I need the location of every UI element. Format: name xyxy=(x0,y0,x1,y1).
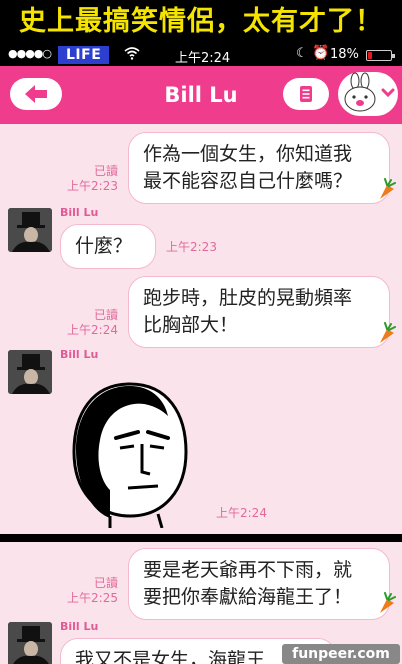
status-time: 上午2:24 xyxy=(175,51,231,66)
carrot-emoji-icon xyxy=(380,592,396,613)
message-text-line: 要是老天爺再不下雨，就 xyxy=(143,559,353,581)
message-time: 上午2:23 xyxy=(166,240,217,254)
read-receipt: 已讀 xyxy=(93,308,118,322)
message-text: 我又不是女生，海龍王 xyxy=(75,649,266,664)
avatar[interactable] xyxy=(8,208,52,252)
sticker-menu-button[interactable] xyxy=(338,72,398,116)
screenshot-divider xyxy=(0,534,402,542)
message-text-line: 要把你奉獻給海龍王了！ xyxy=(143,586,353,608)
message-text-line: 最不能容忍自己什麼嗎？ xyxy=(143,170,353,192)
carrot-emoji-icon xyxy=(380,178,396,199)
message-text: 什麼？ xyxy=(75,235,133,257)
sent-message-bubble[interactable]: 跑步時，肚皮的晃動頻率 比胸部大！ xyxy=(128,276,390,348)
battery-percent: 18% xyxy=(330,47,359,62)
menu-button[interactable] xyxy=(283,78,329,110)
chat-area[interactable]: 已讀 上午2:23 作為一個女生，你知道我 最不能容忍自己什麼嗎？ Bill L… xyxy=(0,124,402,664)
sender-name: Bill Lu xyxy=(60,348,99,361)
wifi-icon xyxy=(124,46,140,64)
carrot-emoji-icon xyxy=(380,322,396,343)
message-meta: 已讀 上午2:25 xyxy=(62,576,118,606)
do-not-disturb-icon: ☾ xyxy=(296,46,308,61)
message-time: 上午2:24 xyxy=(216,506,267,520)
battery-icon xyxy=(366,50,395,61)
received-message-bubble[interactable]: 什麼？ xyxy=(60,224,156,269)
avatar[interactable] xyxy=(8,622,52,664)
read-receipt: 已讀 xyxy=(93,164,118,178)
message-time: 上午2:23 xyxy=(67,179,118,193)
watermark: funpeer.com xyxy=(282,644,400,664)
signal-strength: ●●●●○ xyxy=(8,47,52,60)
sender-name: Bill Lu xyxy=(60,206,99,219)
bunny-sticker-icon xyxy=(344,72,395,112)
carrier-label: LIFE xyxy=(58,46,110,64)
status-bar: ●●●●○ LIFE 上午2:24 ☾ ⏰ 18% xyxy=(0,44,402,66)
message-text-line: 跑步時，肚皮的晃動頻率 xyxy=(143,287,353,309)
chat-header: Bill Lu xyxy=(0,66,402,124)
message-meta: 已讀 上午2:24 xyxy=(62,308,118,338)
avatar[interactable] xyxy=(8,350,52,394)
sent-message-bubble[interactable]: 作為一個女生，你知道我 最不能容忍自己什麼嗎？ xyxy=(128,132,390,204)
promo-banner: 史上最搞笑情侶，太有才了！ xyxy=(0,0,402,44)
face-sticker[interactable] xyxy=(70,380,190,528)
sent-message-bubble[interactable]: 要是老天爺再不下雨，就 要把你奉獻給海龍王了！ xyxy=(128,548,390,620)
list-icon xyxy=(300,86,312,102)
message-text-line: 作為一個女生，你知道我 xyxy=(143,143,353,165)
message-text-line: 比胸部大！ xyxy=(143,314,239,336)
chevron-down-icon xyxy=(381,88,395,98)
message-meta: 已讀 上午2:23 xyxy=(62,164,118,194)
message-time: 上午2:24 xyxy=(67,323,118,337)
alarm-icon: ⏰ xyxy=(312,45,330,61)
sender-name: Bill Lu xyxy=(60,620,99,633)
message-time: 上午2:25 xyxy=(67,591,118,605)
read-receipt: 已讀 xyxy=(93,576,118,590)
